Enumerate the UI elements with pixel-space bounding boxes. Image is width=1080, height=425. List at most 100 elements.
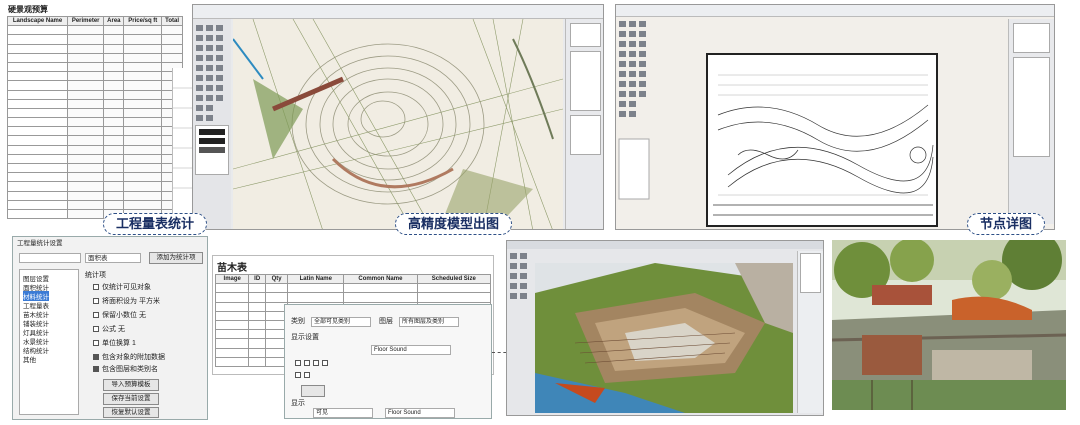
label-1: 类别 bbox=[291, 318, 305, 325]
option-label: 将面积设为 平方米 bbox=[102, 298, 160, 305]
table-cell bbox=[6, 34, 69, 45]
terrain-model-view[interactable] bbox=[233, 19, 563, 230]
save-settings-button[interactable]: 保存当前设置 bbox=[103, 393, 159, 405]
table-cell bbox=[103, 43, 125, 54]
select-value: Floor Sound bbox=[374, 347, 407, 353]
checkbox-checked[interactable] bbox=[93, 354, 99, 361]
table-cell bbox=[123, 89, 163, 100]
table-cell bbox=[6, 61, 69, 73]
checkbox[interactable] bbox=[93, 284, 99, 291]
table-cell bbox=[214, 283, 250, 294]
table-cell bbox=[103, 117, 125, 128]
table-cell bbox=[6, 89, 69, 100]
tool-icons[interactable] bbox=[618, 19, 654, 219]
table-cell bbox=[161, 43, 183, 54]
apply-button[interactable] bbox=[301, 385, 325, 397]
table-cell bbox=[161, 34, 183, 45]
option-row[interactable]: 将面积设为 平方米 bbox=[93, 297, 160, 307]
table-cell bbox=[67, 52, 105, 63]
table-cell bbox=[248, 338, 266, 349]
option-row[interactable]: 单位换算 1 bbox=[93, 339, 136, 349]
quantity-table-panel: 硬景观预算 Landscape Name Perimeter Area Pric… bbox=[5, 2, 195, 230]
option-row[interactable]: 公式 无 bbox=[93, 325, 125, 335]
option-row[interactable]: 包含对象的附加数据 bbox=[93, 353, 165, 363]
detail-drawing-window[interactable] bbox=[615, 4, 1055, 230]
table-cell bbox=[123, 135, 163, 146]
display-settings-dialog[interactable]: 类别 全部可见类别 图层 所有图层及类别 显示设置 Floor Sound 显示… bbox=[284, 304, 492, 419]
table-cell bbox=[67, 34, 105, 45]
option-row[interactable]: 包含图层和类别名 bbox=[93, 365, 158, 375]
table-cell bbox=[67, 98, 105, 109]
table-cell bbox=[123, 181, 163, 192]
checkbox[interactable] bbox=[93, 326, 99, 333]
checkbox[interactable] bbox=[93, 340, 99, 347]
layer-select[interactable]: 所有图层及类别 bbox=[399, 317, 459, 327]
checkbox-checked[interactable] bbox=[93, 366, 99, 373]
object-info-palette[interactable] bbox=[1008, 19, 1054, 224]
col-header: Area bbox=[103, 15, 125, 27]
table-cell bbox=[67, 25, 105, 36]
cad-model-window[interactable] bbox=[192, 4, 604, 230]
table-cell bbox=[67, 153, 105, 165]
category-tree[interactable]: 图层设置 面积统计 材料统计 工程量表 苗木统计 铺装统计 灯具统计 水景统计 … bbox=[19, 269, 79, 415]
toolbar[interactable] bbox=[616, 5, 1054, 17]
checkbox[interactable] bbox=[304, 372, 310, 379]
dialog-title: 工程量统计设置 bbox=[17, 240, 63, 247]
checkbox[interactable] bbox=[93, 298, 99, 305]
budget-sheet[interactable]: Landscape Name Perimeter Area Price/sq f… bbox=[6, 15, 183, 220]
checkbox[interactable] bbox=[295, 360, 301, 367]
option-row[interactable]: 保留小数位 无 bbox=[93, 311, 146, 321]
3d-model-window[interactable] bbox=[506, 240, 824, 416]
caption-quantity: 工程量表统计 bbox=[103, 213, 208, 235]
select-value: Floor Sound bbox=[388, 410, 421, 416]
visibility-select[interactable]: 可见 bbox=[313, 408, 373, 418]
tool-icons[interactable] bbox=[195, 23, 229, 133]
navigation-palette[interactable] bbox=[565, 19, 603, 229]
checkbox[interactable] bbox=[295, 372, 301, 379]
table-cell bbox=[103, 181, 125, 192]
table-cell bbox=[103, 135, 125, 146]
checkbox[interactable] bbox=[322, 360, 328, 367]
table-cell bbox=[6, 208, 69, 220]
table-cell bbox=[123, 126, 163, 137]
bottom-floor-select[interactable]: Floor Sound bbox=[385, 408, 455, 418]
table-cell bbox=[123, 162, 163, 174]
select-value: 可见 bbox=[316, 410, 329, 416]
table-cell bbox=[67, 71, 105, 82]
option-row[interactable]: 仅统计可见对象 bbox=[93, 283, 151, 293]
add-statistic-button[interactable]: 添加为统计项 bbox=[149, 252, 203, 264]
attribute-palette[interactable] bbox=[195, 125, 229, 175]
table-row bbox=[6, 144, 183, 155]
floor-select[interactable]: Floor Sound bbox=[371, 345, 451, 355]
quantity-settings-dialog[interactable]: 工程量统计设置 面积表 添加为统计项 图层设置 面积统计 材料统计 工程量表 苗… bbox=[12, 236, 208, 420]
reset-settings-button[interactable]: 恢复默认设置 bbox=[103, 407, 159, 418]
checkbox[interactable] bbox=[313, 360, 319, 367]
drawing-sheet[interactable] bbox=[706, 53, 938, 227]
3d-render-view[interactable] bbox=[535, 263, 793, 413]
import-template-button[interactable]: 导入预算模板 bbox=[103, 379, 159, 391]
sheet-title: 硬景观预算 bbox=[8, 5, 48, 14]
category-select[interactable]: 全部可见类别 bbox=[311, 317, 371, 327]
tree-item[interactable]: 其他 bbox=[23, 354, 36, 364]
table-cell bbox=[103, 107, 125, 119]
toolbar[interactable] bbox=[193, 5, 603, 19]
checkbox[interactable] bbox=[93, 312, 99, 319]
table-cell bbox=[6, 135, 69, 146]
checkbox[interactable] bbox=[304, 360, 310, 367]
side-palette[interactable] bbox=[797, 251, 823, 413]
caption-model: 高精度模型出图 bbox=[395, 213, 513, 235]
table-cell bbox=[123, 43, 163, 54]
statistic-type-select[interactable]: 面积表 bbox=[85, 253, 141, 263]
tool-icons[interactable] bbox=[509, 251, 533, 411]
table-cell bbox=[264, 292, 289, 303]
statistic-dropdown[interactable] bbox=[19, 253, 81, 263]
toolbar[interactable] bbox=[507, 241, 823, 249]
table-row bbox=[6, 25, 183, 36]
table-cell bbox=[123, 80, 163, 91]
option-label: 仅统计可见对象 bbox=[102, 284, 151, 291]
option-row[interactable] bbox=[295, 371, 313, 381]
detail-render-image bbox=[832, 240, 1066, 410]
table-row bbox=[6, 153, 183, 165]
option-row[interactable] bbox=[295, 359, 331, 369]
table-row bbox=[6, 89, 183, 100]
